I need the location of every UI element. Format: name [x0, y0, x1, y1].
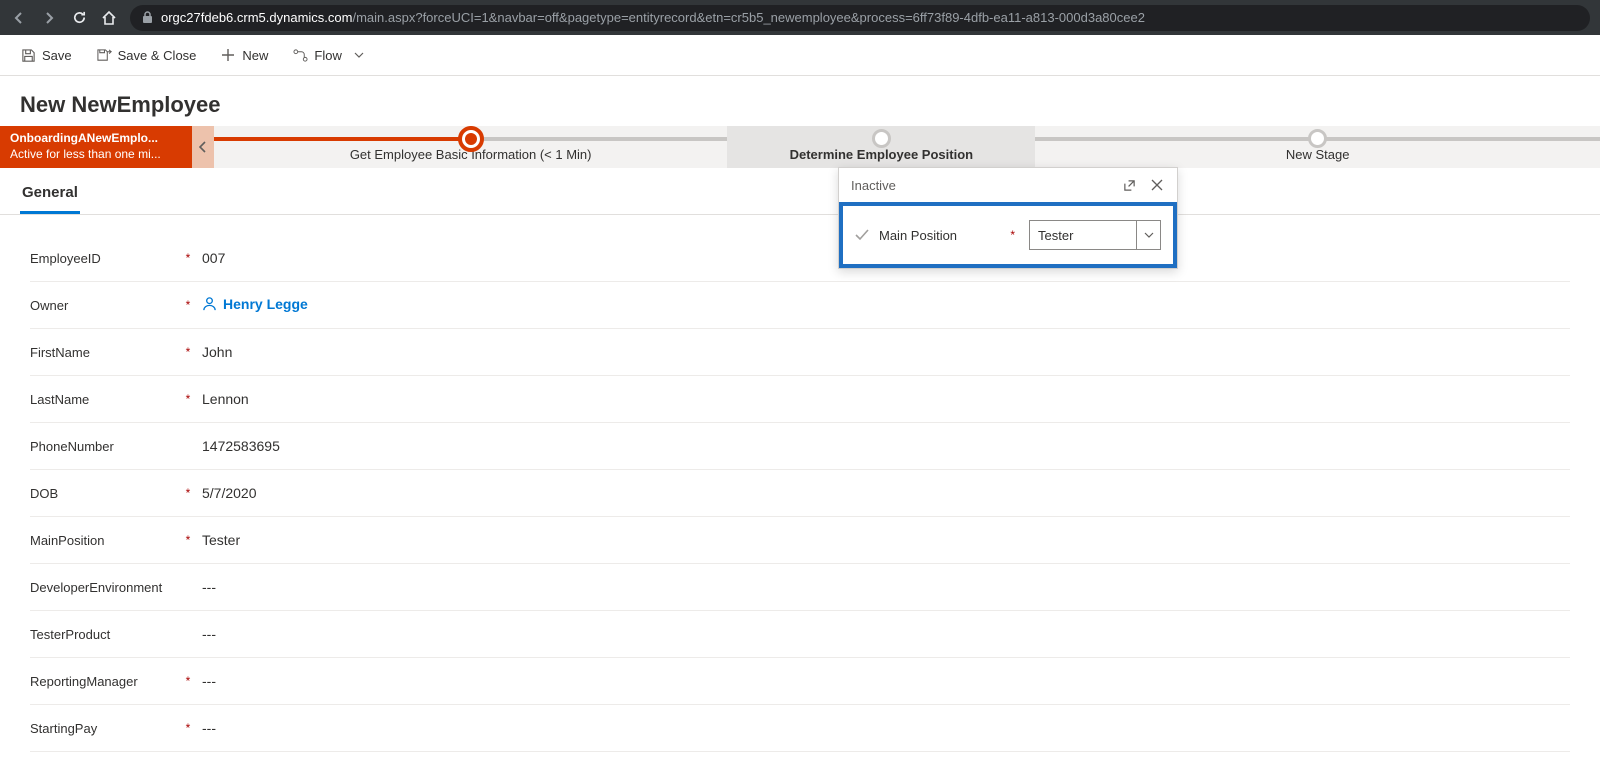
tab-label: General	[22, 184, 78, 201]
save-label: Save	[42, 48, 72, 63]
check-icon	[855, 229, 871, 241]
required-marker: *	[180, 251, 196, 265]
save-close-icon	[96, 47, 112, 63]
field-value[interactable]: Tester	[196, 532, 1570, 548]
form-row[interactable]: DOB*5/7/2020	[30, 470, 1570, 517]
form-row[interactable]: TesterProduct ---	[30, 611, 1570, 658]
form-row[interactable]: MainPosition*Tester	[30, 517, 1570, 564]
required-marker: *	[180, 533, 196, 547]
field-label: DOB	[30, 486, 180, 501]
field-label: PhoneNumber	[30, 439, 180, 454]
save-close-label: Save & Close	[118, 48, 197, 63]
field-value[interactable]: John	[196, 344, 1570, 360]
field-label: DeveloperEnvironment	[30, 580, 180, 595]
save-icon	[20, 47, 36, 63]
browser-bar: orgc27fdeb6.crm5.dynamics.com/main.aspx?…	[0, 0, 1600, 35]
field-label: TesterProduct	[30, 627, 180, 642]
form-row[interactable]: ReportingManager*---	[30, 658, 1570, 705]
stage-get-employee-basic[interactable]: Get Employee Basic Information (< 1 Min)	[214, 126, 727, 168]
required-marker: *	[1010, 228, 1015, 242]
process-collapse-button[interactable]	[192, 126, 214, 168]
flyout-main-position-field: Main Position * Tester	[839, 202, 1177, 268]
form-row[interactable]: FirstName*John	[30, 329, 1570, 376]
form-row[interactable]: DeveloperEnvironment ---	[30, 564, 1570, 611]
new-button[interactable]: New	[210, 39, 278, 71]
stage-label: New Stage	[1286, 147, 1350, 162]
flyout-header: Inactive	[839, 168, 1177, 202]
field-value[interactable]: ---	[196, 673, 1570, 689]
flow-button[interactable]: Flow	[282, 39, 373, 71]
stage-determine-position[interactable]: Determine Employee Position	[727, 126, 1035, 168]
form-general: EmployeeID*007Owner*Henry LeggeFirstName…	[0, 215, 1600, 772]
form-row[interactable]: EmployeeID*007	[30, 235, 1570, 282]
reload-icon[interactable]	[70, 9, 88, 27]
stage-icon	[872, 129, 891, 148]
forward-icon[interactable]	[40, 9, 58, 27]
field-value[interactable]: Henry Legge	[196, 296, 1570, 315]
form-row[interactable]: Owner* Henry Legge	[30, 282, 1570, 329]
field-value[interactable]: ---	[196, 720, 1570, 736]
flyout-status: Inactive	[851, 178, 896, 193]
field-label: EmployeeID	[30, 251, 180, 266]
home-icon[interactable]	[100, 9, 118, 27]
field-label: Owner	[30, 298, 180, 313]
process-bar: OnboardingANewEmplo... Active for less t…	[0, 126, 1600, 168]
plus-icon	[220, 47, 236, 63]
main-position-select[interactable]: Tester	[1029, 220, 1161, 250]
popout-icon[interactable]	[1121, 177, 1137, 193]
required-marker: *	[180, 392, 196, 406]
stage-flyout: Inactive Main Position * Tester	[838, 167, 1178, 269]
field-value[interactable]: ---	[196, 626, 1570, 642]
select-value: Tester	[1030, 221, 1136, 249]
required-marker: *	[180, 486, 196, 500]
required-marker: *	[180, 721, 196, 735]
process-badge[interactable]: OnboardingANewEmplo... Active for less t…	[0, 126, 192, 168]
stage-active-icon	[458, 126, 484, 152]
back-icon[interactable]	[10, 9, 28, 27]
owner-name: Henry Legge	[223, 296, 308, 312]
tab-general[interactable]: General	[20, 178, 80, 214]
new-label: New	[242, 48, 268, 63]
required-marker: *	[180, 345, 196, 359]
save-button[interactable]: Save	[10, 39, 82, 71]
process-status: Active for less than one mi...	[10, 147, 182, 163]
field-label: StartingPay	[30, 721, 180, 736]
chevron-down-icon	[354, 52, 364, 58]
flow-icon	[292, 47, 308, 63]
field-label: MainPosition	[30, 533, 180, 548]
page-header: New NewEmployee	[0, 76, 1600, 126]
field-value[interactable]: Lennon	[196, 391, 1570, 407]
field-value[interactable]: ---	[196, 579, 1570, 595]
form-row[interactable]: LastName*Lennon	[30, 376, 1570, 423]
save-close-button[interactable]: Save & Close	[86, 39, 207, 71]
stage-label: Determine Employee Position	[790, 147, 974, 162]
lock-icon	[142, 11, 153, 24]
form-row[interactable]: StartingPay*---	[30, 705, 1570, 752]
chevron-down-icon[interactable]	[1136, 221, 1160, 249]
field-value[interactable]: 1472583695	[196, 438, 1570, 454]
stage-icon	[1308, 129, 1327, 148]
process-name: OnboardingANewEmplo...	[10, 131, 182, 147]
page-title: New NewEmployee	[20, 92, 1580, 118]
field-label: LastName	[30, 392, 180, 407]
url-bar[interactable]: orgc27fdeb6.crm5.dynamics.com/main.aspx?…	[130, 5, 1590, 31]
command-bar: Save Save & Close New Flow	[0, 35, 1600, 76]
form-tabs: General	[0, 168, 1600, 215]
stage-new-stage[interactable]: New Stage	[1035, 126, 1600, 168]
form-row[interactable]: PhoneNumber 1472583695	[30, 423, 1570, 470]
url-text: orgc27fdeb6.crm5.dynamics.com/main.aspx?…	[161, 10, 1145, 25]
field-value[interactable]: 5/7/2020	[196, 485, 1570, 501]
required-marker: *	[180, 298, 196, 312]
close-icon[interactable]	[1149, 177, 1165, 193]
flyout-field-label: Main Position	[879, 228, 1002, 243]
field-label: ReportingManager	[30, 674, 180, 689]
required-marker: *	[180, 674, 196, 688]
owner-link[interactable]: Henry Legge	[202, 296, 308, 312]
field-label: FirstName	[30, 345, 180, 360]
flow-label: Flow	[314, 48, 341, 63]
